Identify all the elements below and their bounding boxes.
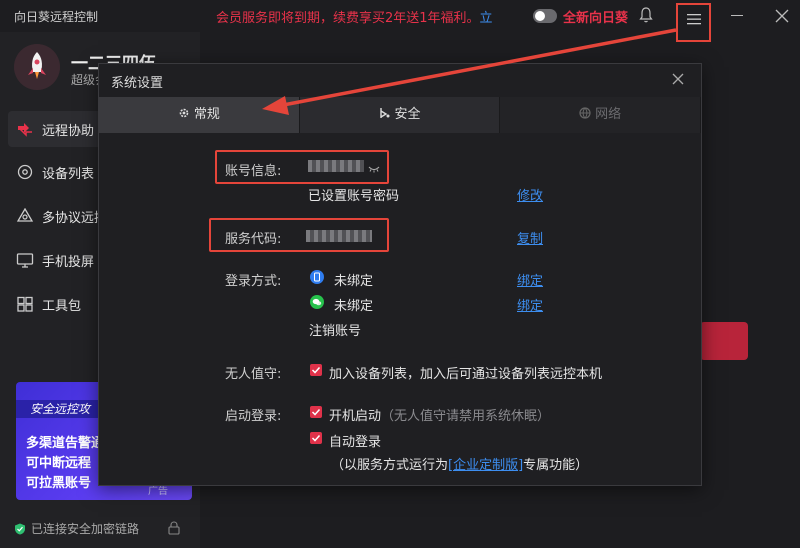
wechat-bind-status: 未绑定	[334, 299, 374, 314]
auto-login-label: 自动登录	[329, 435, 382, 450]
service-code-value-masked	[306, 230, 372, 242]
window-close-icon[interactable]	[775, 9, 789, 23]
promo-banner[interactable]: 会员服务即将到期，续费享买2年送1年福利。立	[216, 7, 493, 26]
connection-status: 已连接安全加密链路	[14, 520, 139, 537]
phone-cast-icon	[16, 252, 34, 268]
modify-link[interactable]: 修改	[517, 185, 543, 204]
promo-link[interactable]: 立	[480, 11, 493, 26]
account-value-masked	[308, 160, 364, 172]
tab-security[interactable]: 安全	[299, 97, 501, 133]
tab-label: 网络	[595, 107, 622, 122]
unattended-option: 加入设备列表，加入后可通过设备列表远控本机	[329, 367, 603, 382]
dialog-close-icon[interactable]	[671, 72, 685, 86]
banner-line-1: 多渠道告警通	[26, 436, 105, 451]
unattended-label: 无人值守:	[225, 367, 282, 382]
connection-status-text: 已连接安全加密链路	[31, 522, 140, 536]
rocket-avatar-icon	[14, 44, 60, 90]
sidebar-item-label: 远程协助	[42, 124, 95, 139]
settings-dialog: 系统设置 常规 安全 网络 账号信息: 已设置账号密码 修改 服务代码: 复制	[98, 63, 702, 486]
sidebar-item-label: 设备列表	[42, 167, 95, 182]
phone-bind-link[interactable]: 绑定	[517, 270, 543, 289]
new-sun-toggle[interactable]	[533, 9, 557, 23]
service-mode-note: （以服务方式运行为[企业定制版]专属功能）	[331, 454, 588, 473]
device-list-icon	[16, 164, 34, 180]
avatar[interactable]	[14, 44, 60, 90]
sidebar-item-label: 手机投屏	[42, 255, 95, 270]
tab-network[interactable]: 网络	[500, 97, 702, 133]
account-label: 账号信息:	[225, 164, 282, 179]
title-bar: 向日葵远程控制 会员服务即将到期，续费享买2年送1年福利。立 全新向日葵	[0, 0, 800, 42]
wechat-bind-link[interactable]: 绑定	[517, 295, 543, 314]
boot-start-checkbox[interactable]	[310, 406, 322, 418]
login-method-label: 登录方式:	[225, 274, 282, 289]
promo-text: 会员服务即将到期，续费享买2年送1年福利。	[216, 11, 480, 26]
network-icon	[579, 98, 591, 119]
unattended-checkbox[interactable]	[310, 364, 322, 376]
tab-label: 安全	[394, 107, 421, 122]
menu-button[interactable]	[676, 3, 711, 42]
banner-line-2: 可中断远程	[26, 456, 92, 471]
phone-bind-status: 未绑定	[334, 274, 374, 289]
gear-icon	[178, 98, 190, 118]
enterprise-edition-link[interactable]: [企业定制版]	[448, 458, 523, 473]
sidebar-item-label: 工具包	[42, 299, 82, 314]
banner-line-3: 可拉黑账号	[26, 476, 92, 491]
boot-start-label: 开机启动	[329, 409, 382, 424]
service-note-suffix: 专属功能）	[523, 458, 589, 473]
new-sun-label: 全新向日葵	[563, 11, 629, 26]
wechat-icon	[310, 295, 324, 309]
boot-start-note: （无人值守请禁用系统休眠）	[381, 409, 551, 424]
multi-protocol-icon	[16, 207, 34, 224]
bell-icon[interactable]	[638, 6, 654, 24]
banner-tag: 安全远控攻	[16, 400, 105, 418]
eye-closed-icon[interactable]	[368, 162, 380, 173]
background-action-button	[700, 322, 748, 360]
deregister-account-button[interactable]: 注销账号	[309, 320, 361, 339]
minimize-button[interactable]	[731, 15, 743, 16]
hamburger-icon	[687, 14, 701, 25]
phone-icon	[310, 270, 324, 284]
boot-start-option: 开机启动（无人值守请禁用系统休眠）	[329, 405, 550, 424]
toolkit-icon	[16, 296, 34, 312]
app-title: 向日葵远程控制	[14, 10, 99, 24]
security-icon	[379, 98, 391, 118]
shield-icon	[14, 523, 26, 535]
settings-tabs: 常规 安全 网络	[99, 97, 702, 133]
auto-login-checkbox[interactable]	[310, 432, 322, 444]
service-code-label: 服务代码:	[225, 232, 282, 247]
remote-assist-icon	[16, 121, 34, 137]
service-note-prefix: （以服务方式运行为	[331, 458, 449, 473]
copy-link[interactable]: 复制	[517, 228, 543, 247]
tab-label: 常规	[193, 107, 220, 122]
tab-general[interactable]: 常规	[99, 97, 300, 133]
dialog-title: 系统设置	[111, 76, 164, 91]
lock-icon[interactable]	[168, 521, 180, 535]
password-status: 已设置账号密码	[308, 189, 400, 204]
main-window: 向日葵远程控制 会员服务即将到期，续费享买2年送1年福利。立 全新向日葵 一二三…	[0, 0, 800, 548]
startup-label: 启动登录:	[225, 409, 282, 424]
